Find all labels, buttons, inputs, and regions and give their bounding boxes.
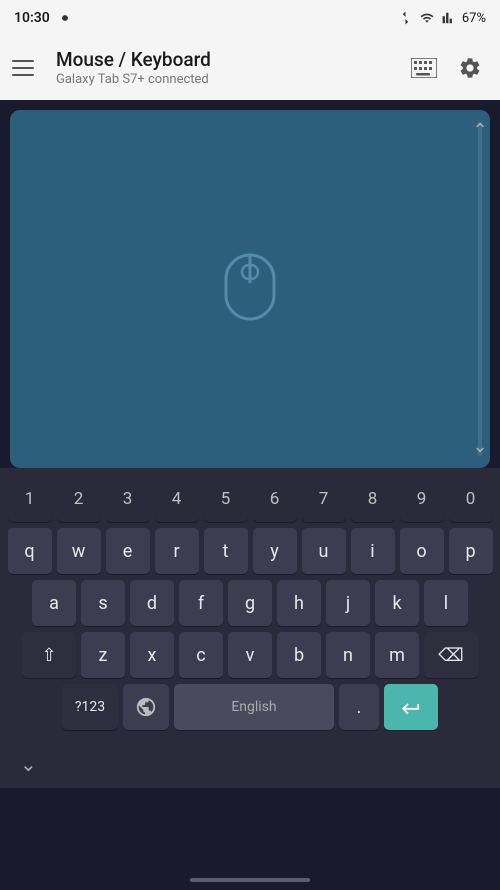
key-9[interactable]: 9 [400,476,444,522]
settings-button[interactable] [452,50,488,86]
phone-icon [58,11,72,25]
key-q[interactable]: q [8,528,52,574]
key-8[interactable]: 8 [351,476,395,522]
status-bar: 10:30 67% [0,0,500,36]
key-j[interactable]: j [326,580,370,626]
enter-icon [400,698,422,716]
key-w[interactable]: w [57,528,101,574]
key-h[interactable]: h [277,580,321,626]
number-row: 1 2 3 4 5 6 7 8 9 0 [4,476,496,522]
scroll-bar[interactable]: ⌃ ⌄ [478,122,482,456]
key-l[interactable]: l [424,580,468,626]
key-b[interactable]: b [277,632,321,678]
key-k[interactable]: k [375,580,419,626]
wifi-icon [418,11,436,25]
key-t[interactable]: t [204,528,248,574]
key-g[interactable]: g [228,580,272,626]
bottom-row: ?123 English . [4,684,496,730]
key-1[interactable]: 1 [8,476,52,522]
key-6[interactable]: 6 [253,476,297,522]
qwerty-row: q w e r t y u i o p [4,528,496,574]
key-o[interactable]: o [400,528,444,574]
symbols-key[interactable]: ?123 [62,684,118,730]
key-d[interactable]: d [130,580,174,626]
key-m[interactable]: m [375,632,419,678]
page-subtitle: Galaxy Tab S7+ connected [56,72,390,87]
globe-key[interactable] [123,684,169,730]
header-title-block: Mouse / Keyboard Galaxy Tab S7+ connecte… [56,49,390,87]
enter-key[interactable] [384,684,438,730]
touchpad-area[interactable]: ⌃ ⌄ [10,110,490,468]
key-r[interactable]: r [155,528,199,574]
key-c[interactable]: c [179,632,223,678]
key-e[interactable]: e [106,528,150,574]
asdf-row: a s d f g h j k l [4,580,496,626]
period-key[interactable]: . [339,684,379,730]
shift-key[interactable]: ⇧ [22,632,76,678]
app-header: Mouse / Keyboard Galaxy Tab S7+ connecte… [0,36,500,100]
key-2[interactable]: 2 [57,476,101,522]
key-s[interactable]: s [81,580,125,626]
key-z[interactable]: z [81,632,125,678]
time-display: 10:30 [14,10,50,26]
page-title: Mouse / Keyboard [56,49,390,72]
language-key[interactable]: English [174,684,334,730]
bluetooth-icon [399,9,412,27]
key-7[interactable]: 7 [302,476,346,522]
key-0[interactable]: 0 [449,476,493,522]
key-p[interactable]: p [449,528,493,574]
status-bar-right: 67% [399,9,486,27]
scroll-down-arrow[interactable]: ⌄ [472,438,487,456]
home-indicator [190,878,310,882]
key-a[interactable]: a [32,580,76,626]
collapse-keyboard-button[interactable]: ⌄ [20,752,37,776]
key-4[interactable]: 4 [155,476,199,522]
battery-display: 67% [462,11,486,26]
header-actions [406,50,488,86]
globe-icon [135,696,157,718]
mouse-icon [224,253,276,325]
key-n[interactable]: n [326,632,370,678]
key-u[interactable]: u [302,528,346,574]
key-i[interactable]: i [351,528,395,574]
keyboard-button[interactable] [406,50,442,86]
key-3[interactable]: 3 [106,476,150,522]
scroll-up-arrow[interactable]: ⌃ [472,122,487,140]
key-y[interactable]: y [253,528,297,574]
key-v[interactable]: v [228,632,272,678]
key-x[interactable]: x [130,632,174,678]
backspace-key[interactable]: ⌫ [424,632,478,678]
zxcv-row: ⇧ z x c v b n m ⌫ [4,632,496,678]
signal-icon [442,11,456,25]
menu-button[interactable] [12,54,40,82]
bottom-bar: ⌄ [0,740,500,788]
key-f[interactable]: f [179,580,223,626]
key-5[interactable]: 5 [204,476,248,522]
status-bar-left: 10:30 [14,10,72,26]
keyboard-area: 1 2 3 4 5 6 7 8 9 0 q w e r t y u i o p … [0,468,500,740]
